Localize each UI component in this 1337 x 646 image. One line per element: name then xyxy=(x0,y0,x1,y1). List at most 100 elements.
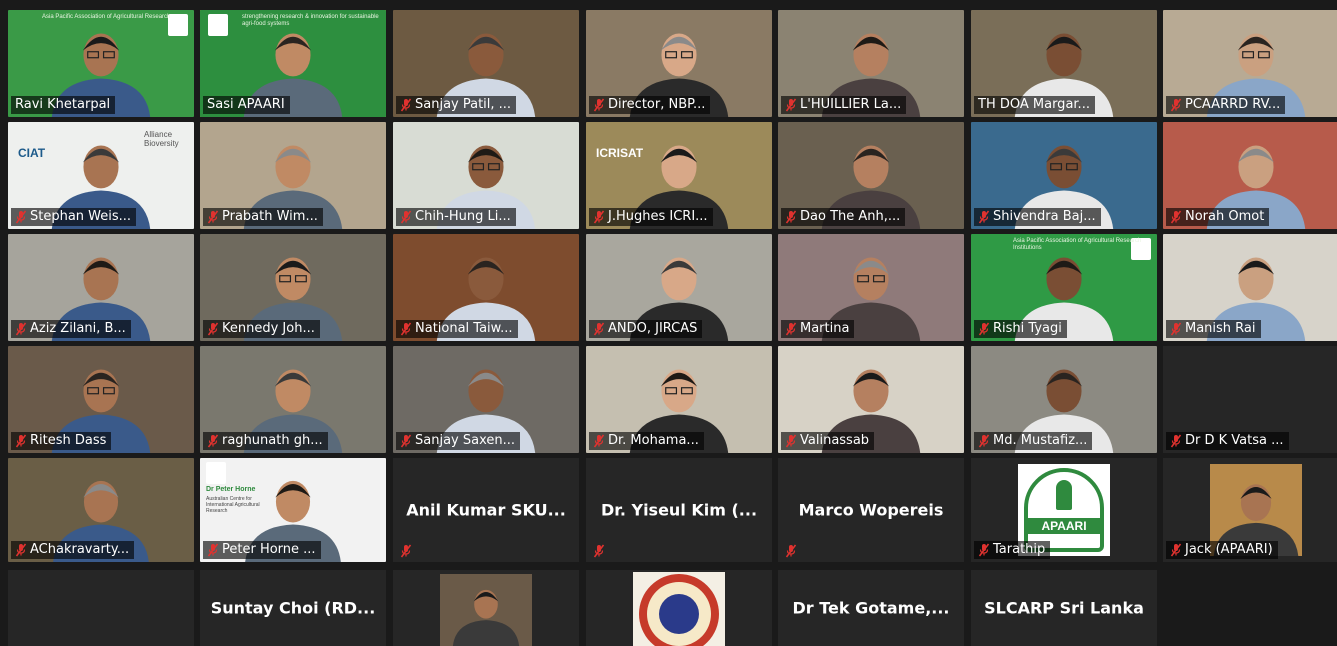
participant-name-centered: Anil Kumar SKU... xyxy=(406,500,566,520)
name-label: J.Hughes ICRI... xyxy=(589,208,713,226)
participant-tile[interactable] xyxy=(393,570,579,646)
name-label: Md. Mustafiz... xyxy=(974,432,1093,450)
name-label xyxy=(781,543,802,559)
participant-tile[interactable]: Norah Omot xyxy=(1163,122,1337,229)
participant-name-centered: Dr Tek Gotame,... xyxy=(792,598,950,618)
name-label: National Taiw... xyxy=(396,320,518,338)
participant-tile[interactable]: Anil Kumar SKU... xyxy=(393,458,579,562)
muted-mic-icon xyxy=(1170,543,1182,557)
participant-name: Martina xyxy=(800,321,850,336)
name-label: ANDO, JIRCAS xyxy=(589,320,703,338)
participant-name: Shivendra Baj... xyxy=(993,209,1096,224)
participant-name-centered: Suntay Choi (RD... xyxy=(210,598,376,618)
participant-tile[interactable]: Valinassab xyxy=(778,346,964,453)
participant-tile[interactable]: Director, NBP... xyxy=(586,10,772,117)
organization-logo: CIAT xyxy=(18,146,46,160)
participant-tile[interactable]: Asia Pacific Association of Agricultural… xyxy=(971,234,1157,341)
name-label: TH DOA Margar... xyxy=(974,96,1095,114)
muted-mic-icon xyxy=(400,210,412,224)
muted-mic-icon xyxy=(978,434,990,448)
participant-tile[interactable]: National Taiw... xyxy=(393,234,579,341)
name-label: Peter Horne ... xyxy=(203,541,321,559)
participant-tile[interactable]: Md. Mustafiz... xyxy=(971,346,1157,453)
participant-tile[interactable]: Dr. Mohama... xyxy=(586,346,772,453)
participant-tile[interactable]: ICRISAT J.Hughes ICRI... xyxy=(586,122,772,229)
participant-tile[interactable]: Dr. Yiseul Kim (... xyxy=(586,458,772,562)
name-label: Director, NBP... xyxy=(589,96,711,114)
name-label: Sasi APAARI xyxy=(203,96,290,114)
participant-name: Sanjay Patil, ... xyxy=(415,97,512,112)
name-label xyxy=(589,543,610,559)
muted-mic-icon xyxy=(207,210,219,224)
participant-tile[interactable]: Martina xyxy=(778,234,964,341)
participant-tile[interactable]: Manish Rai xyxy=(1163,234,1337,341)
name-label: Jack (APAARI) xyxy=(1166,541,1278,559)
participant-tile[interactable] xyxy=(586,570,772,646)
participant-name: ANDO, JIRCAS xyxy=(608,321,698,336)
participant-tile[interactable]: Asia Pacific Association of Agricultural… xyxy=(8,10,194,117)
name-label: Chih-Hung Li... xyxy=(396,208,516,226)
muted-mic-icon xyxy=(978,543,990,557)
participant-name: Prabath Wim... xyxy=(222,209,318,224)
muted-mic-icon xyxy=(785,210,797,224)
participant-tile[interactable]: Sanjay Saxen... xyxy=(393,346,579,453)
participant-tile[interactable]: Dr Peter Horne Australian Centre for Inte… xyxy=(200,458,386,562)
participant-tile[interactable]: Sanjay Patil, ... xyxy=(393,10,579,117)
participant-tile[interactable]: Dao The Anh,... xyxy=(778,122,964,229)
muted-mic-icon xyxy=(207,322,219,336)
participant-tile[interactable]: Aziz Zilani, B... xyxy=(8,234,194,341)
participant-tile[interactable]: Chih-Hung Li... xyxy=(393,122,579,229)
participant-tile[interactable]: Suntay Choi (RD... xyxy=(200,570,386,646)
participant-name: PCAARRD RV... xyxy=(1185,97,1281,112)
participant-name: Sanjay Saxen... xyxy=(415,433,516,448)
participant-name: Chih-Hung Li... xyxy=(415,209,511,224)
name-label: Martina xyxy=(781,320,855,338)
muted-mic-icon xyxy=(1170,434,1182,448)
muted-mic-icon xyxy=(15,210,27,224)
participant-name: Jack (APAARI) xyxy=(1185,542,1273,557)
name-label: Ritesh Dass xyxy=(11,432,112,450)
participant-tile[interactable]: Dr Tek Gotame,... xyxy=(778,570,964,646)
participant-tile[interactable]: TH DOA Margar... xyxy=(971,10,1157,117)
participant-name-centered: Marco Wopereis xyxy=(798,500,944,520)
participant-tile[interactable]: ANDO, JIRCAS xyxy=(586,234,772,341)
participant-name: Md. Mustafiz... xyxy=(993,433,1088,448)
name-label: Shivendra Baj... xyxy=(974,208,1101,226)
participant-name: Ritesh Dass xyxy=(30,433,107,448)
name-label: Kennedy Joh... xyxy=(203,320,320,338)
participant-name: Stephan Weis... xyxy=(30,209,132,224)
organization-logo: ICRISAT xyxy=(596,146,644,160)
participant-tile[interactable]: Ritesh Dass xyxy=(8,346,194,453)
name-label: Valinassab xyxy=(781,432,875,450)
participant-name: Aziz Zilani, B... xyxy=(30,321,126,336)
university-emblem-icon xyxy=(633,572,725,646)
participant-name: Peter Horne ... xyxy=(222,542,316,557)
name-label: PCAARRD RV... xyxy=(1166,96,1286,114)
participant-tile[interactable]: Jack (APAARI) xyxy=(1163,458,1337,562)
muted-mic-icon xyxy=(593,210,605,224)
participant-tile[interactable]: raghunath gh... xyxy=(200,346,386,453)
name-label: Sanjay Saxen... xyxy=(396,432,521,450)
muted-mic-icon xyxy=(785,434,797,448)
participant-tile[interactable]: Shivendra Baj... xyxy=(971,122,1157,229)
name-label: Dr. Mohama... xyxy=(589,432,704,450)
muted-mic-icon xyxy=(593,98,605,112)
muted-mic-icon xyxy=(593,434,605,448)
participant-tile[interactable]: AChakravarty... xyxy=(8,458,194,562)
participant-name: Tarathip xyxy=(993,542,1046,557)
name-label: Prabath Wim... xyxy=(203,208,323,226)
participant-tile[interactable]: APAARI Tarathip xyxy=(971,458,1157,562)
participant-tile[interactable]: CIAT Alliance Bioversity Stephan Weis... xyxy=(8,122,194,229)
name-label: Aziz Zilani, B... xyxy=(11,320,131,338)
participant-tile[interactable]: strengthening research & innovation for … xyxy=(200,10,386,117)
participant-tile[interactable]: Marco Wopereis xyxy=(778,458,964,562)
participant-tile[interactable]: SLCARP Sri Lanka xyxy=(971,570,1157,646)
muted-mic-icon xyxy=(1170,322,1182,336)
participant-tile[interactable]: Dr D K Vatsa ... xyxy=(1163,346,1337,453)
participant-tile[interactable]: Prabath Wim... xyxy=(200,122,386,229)
participant-tile[interactable]: PCAARRD RV... xyxy=(1163,10,1337,117)
participant-tile[interactable]: Kennedy Joh... xyxy=(200,234,386,341)
muted-mic-icon xyxy=(1170,210,1182,224)
participant-name: Kennedy Joh... xyxy=(222,321,315,336)
participant-tile[interactable]: L'HUILLIER La... xyxy=(778,10,964,117)
